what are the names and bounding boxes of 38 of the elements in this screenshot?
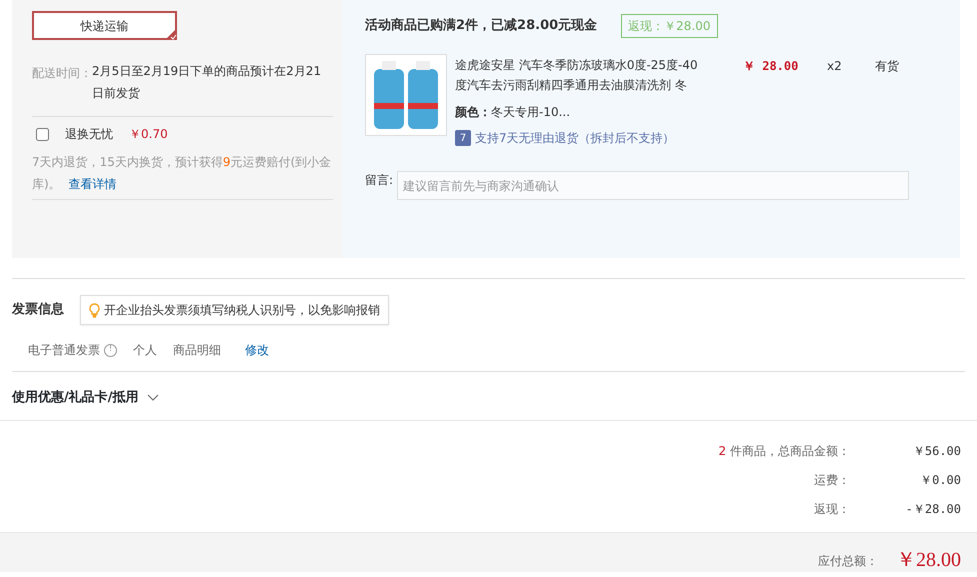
cashback-tag: 返现：￥28.00 <box>621 14 718 38</box>
invoice-type: 电子普通发票 <box>28 342 100 359</box>
message-label: 留言: <box>365 172 394 189</box>
summary-label: 返现： <box>814 501 850 518</box>
shipping-method-option[interactable]: 快递运输 <box>32 11 177 40</box>
invoice-content: 商品明细 <box>173 342 221 359</box>
summary-value: ￥56.00 <box>912 443 962 460</box>
return-policy: 支持7天无理由退货（拆封后不支持） <box>475 130 675 147</box>
edit-invoice-link[interactable]: 修改 <box>245 341 269 359</box>
delivery-time-label: 配送时间： <box>32 65 92 82</box>
product-price: ￥ 28.00 <box>742 58 800 75</box>
summary-label: 2 件商品，总商品金额： <box>718 443 850 460</box>
product-quantity: x2 <box>826 58 843 75</box>
selected-check-icon <box>165 28 177 40</box>
invoice-tip-text: 开企业抬头发票须填写纳税人识别号，以免影响报销 <box>104 302 380 319</box>
details-link[interactable]: 查看详情 <box>68 177 117 191</box>
summary-label: 运费： <box>814 472 850 489</box>
product-title: 途虎途安星 汽车冬季防冻玻璃水0度-25度-40度汽车去污雨刮精四季通用去油膜清洗剂 冬 <box>455 57 699 94</box>
insurance-note: 7天内退货，15天内换货，预计获得9元运费赔付(到小金库)。 查看详情 <box>32 154 332 193</box>
total-label: 应付总额： <box>818 552 878 570</box>
summary-value: -￥28.00 <box>904 501 962 518</box>
insurance-price: ￥0.70 <box>129 126 168 143</box>
chevron-down-icon <box>146 394 158 402</box>
total-amount: ￥28.00 <box>896 548 962 572</box>
delivery-time-text: 2月5日至2月19日下单的商品预计在2月21日前发货 <box>92 63 322 102</box>
coupons-toggle[interactable]: 使用优惠/礼品卡/抵用 <box>12 388 158 408</box>
color-label: 颜色： <box>455 104 491 121</box>
color-value: 冬天专用-10... <box>491 104 570 121</box>
stock-status: 有货 <box>875 58 899 75</box>
invoice-holder: 个人 <box>133 342 157 359</box>
summary-value: ￥0.00 <box>919 472 962 489</box>
message-field[interactable]: 建议留言前先与商家沟通确认 <box>397 171 910 200</box>
promotion-text: 活动商品已购满2件，已减28.00元现金 <box>365 16 598 36</box>
lightbulb-icon <box>89 302 100 318</box>
insurance-checkbox[interactable] <box>36 128 49 140</box>
insurance-label: 退换无忧 <box>65 126 113 143</box>
return-policy-icon: 7 <box>455 130 471 146</box>
invoice-title: 发票信息 <box>12 301 64 320</box>
